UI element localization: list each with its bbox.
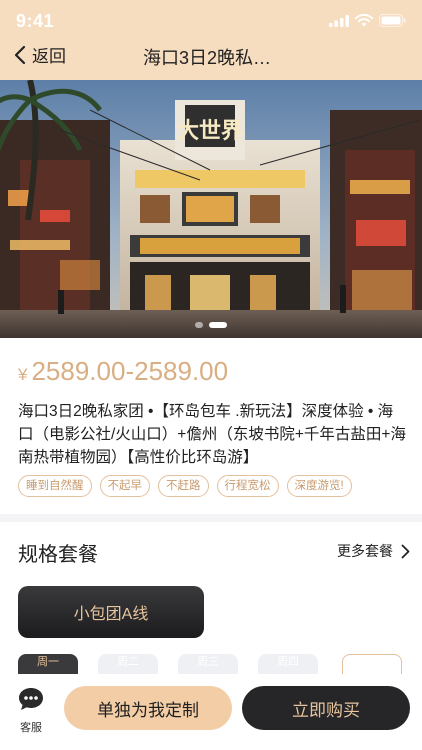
status-time: 9:41 [16, 11, 55, 31]
status-bar: 9:41 [0, 0, 422, 40]
back-label: 返回 [32, 47, 66, 66]
carousel-dot-active[interactable] [209, 322, 227, 328]
tag-item: 不赶路 [158, 475, 209, 497]
feature-tags: 睡到自然醒 不起早 不赶路 行程宽松 深度游览! [18, 475, 352, 497]
more-packages-label: 更多套餐 [337, 543, 393, 559]
status-icons [329, 14, 406, 27]
customer-service-label: 客服 [20, 722, 42, 734]
bottom-action-bar: 客服 单独为我定制 立即购买 [0, 674, 422, 750]
tag-item: 睡到自然醒 [18, 475, 92, 497]
tag-item: 不起早 [99, 475, 150, 497]
chevron-left-icon [14, 45, 26, 64]
back-button[interactable]: 返回 [14, 42, 66, 67]
more-packages-link[interactable]: 更多套餐 [337, 541, 410, 561]
hero-carousel[interactable]: 大世界 [0, 80, 422, 338]
currency-symbol: ¥ [18, 365, 28, 384]
tag-item: 深度游览! [286, 475, 352, 497]
customer-service-button[interactable]: 客服 [14, 686, 48, 735]
carousel-dot[interactable] [195, 322, 203, 328]
price-range: ¥ 2589.00-2589.00 [18, 356, 228, 387]
date-selector: 周一 周二 周三 周四 [0, 654, 422, 674]
signal-icon [329, 14, 349, 27]
section-title: 规格套餐 [18, 544, 98, 566]
section-divider [0, 514, 422, 522]
date-chip[interactable]: 周三 [178, 654, 238, 674]
package-option-selected[interactable]: 小包团A线 [18, 586, 204, 638]
buy-now-button[interactable]: 立即购买 [242, 686, 410, 730]
battery-icon [379, 14, 406, 27]
price-value: 2589.00-2589.00 [31, 356, 229, 386]
date-chip[interactable]: 周二 [98, 654, 158, 674]
page-title: 海口3日2晚私… [143, 48, 272, 68]
date-chip[interactable]: 周四 [258, 654, 318, 674]
tag-item: 行程宽松 [216, 475, 279, 497]
hero-sign-text: 大世界 [177, 118, 243, 144]
hero-image: 大世界 [0, 80, 422, 338]
nav-bar: 返回 海口3日2晚私… [0, 38, 422, 76]
customize-button[interactable]: 单独为我定制 [64, 686, 232, 730]
carousel-indicator [195, 322, 227, 328]
wifi-icon [355, 14, 373, 27]
date-chip-more[interactable] [342, 654, 402, 674]
product-title: 海口3日2晚私家团 •【环岛包车 .新玩法】深度体验 • 海口（电影公社/火山口… [18, 403, 406, 466]
date-chip[interactable]: 周一 [18, 654, 78, 674]
top-header: 9:41 返回 海口3日2晚私… [0, 0, 422, 80]
chat-bubble-icon [19, 688, 43, 710]
chevron-right-icon [401, 544, 410, 558]
